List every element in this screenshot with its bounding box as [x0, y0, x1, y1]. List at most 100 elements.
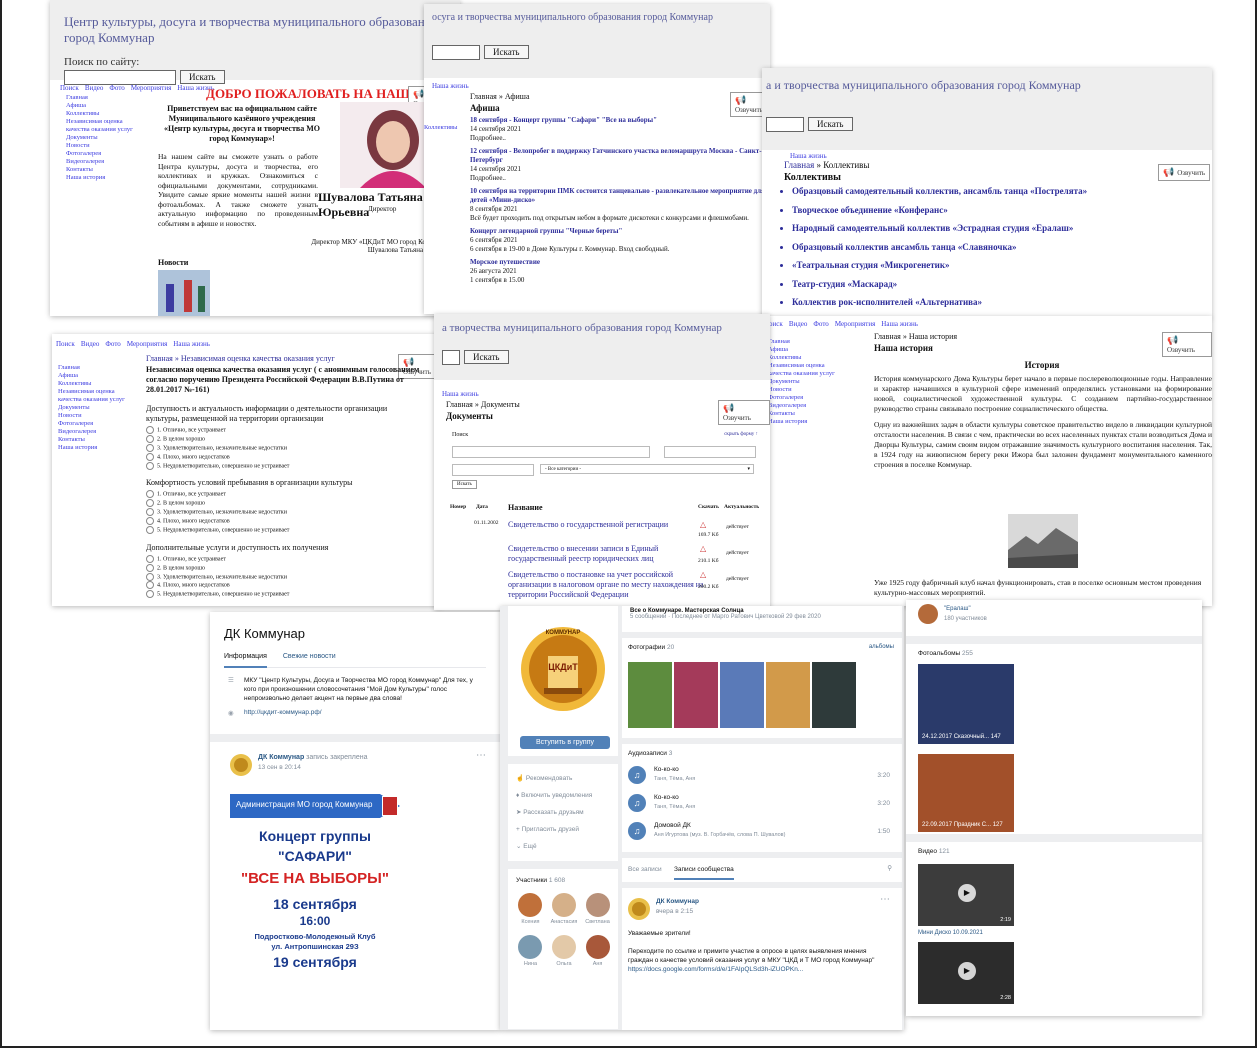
search-input[interactable]	[766, 116, 804, 132]
tab-all-posts[interactable]: Все записи	[628, 866, 662, 873]
radio-button[interactable]	[146, 490, 154, 499]
event-title[interactable]: 18 сентября - Концерт группы "Сафари" "В…	[470, 116, 766, 125]
menu-item[interactable]: Наша жизнь	[881, 320, 918, 328]
photos-label[interactable]: Фотографии	[628, 644, 665, 651]
radio-button[interactable]	[146, 461, 154, 470]
menu-item[interactable]: Видео	[81, 340, 100, 348]
post-author[interactable]: ДК Коммунар	[656, 898, 699, 905]
audio-label[interactable]: Аудиозаписи	[628, 750, 667, 757]
menu-item[interactable]: Мероприятия	[131, 84, 171, 92]
videos-label[interactable]: Видео	[918, 848, 937, 855]
sidebar-item[interactable]: Документы	[58, 404, 138, 412]
member[interactable]: Анастасия	[548, 893, 580, 925]
survey-option[interactable]: 4. Плохо, много недостатков	[146, 517, 416, 526]
related-group-name[interactable]: "Ералаш"	[944, 606, 971, 612]
collective-item[interactable]: Образцовый самодеятельный коллектив, анс…	[792, 182, 1087, 201]
sidebar-item[interactable]: Документы	[768, 378, 848, 386]
sidebar-item[interactable]: Новости	[58, 412, 138, 420]
albums-label[interactable]: Фотоальбомы	[918, 650, 960, 657]
tab-news[interactable]: Свежие новости	[283, 653, 336, 660]
menu-item[interactable]: Видео	[85, 84, 104, 92]
survey-option[interactable]: 3. Удовлетворительно, незначительные нед…	[146, 508, 416, 517]
radio-button[interactable]	[146, 581, 154, 590]
music-note-icon[interactable]: ♫	[628, 822, 646, 840]
concert-poster[interactable]: Администрация МО город Коммунар Концерт …	[230, 786, 400, 1030]
radio-button[interactable]	[146, 508, 154, 517]
search-button[interactable]: Искать	[464, 350, 509, 365]
radio-button[interactable]	[146, 590, 154, 599]
radio-button[interactable]	[146, 443, 154, 452]
listen-button[interactable]: 📢Озвучить	[1158, 164, 1211, 181]
sidebar-item[interactable]: Видеогалерея	[66, 158, 146, 166]
video-card[interactable]: ▶ 2:19	[918, 864, 1014, 926]
collective-item[interactable]: Творческое объединение «Конферанс»	[792, 201, 1087, 220]
listen-button[interactable]: 📢Озвучить	[718, 400, 770, 425]
sidebar-item[interactable]: Главная	[66, 94, 146, 102]
search-button[interactable]: Искать	[484, 45, 529, 60]
sidebar-item[interactable]: Наша история	[66, 174, 146, 182]
post-link[interactable]: https://docs.google.com/forms/d/e/1FAIpQ…	[628, 966, 892, 973]
menu-item[interactable]: Видео	[789, 320, 808, 328]
group-avatar[interactable]	[628, 898, 650, 920]
more-action[interactable]: ⌄ Ещё	[516, 838, 610, 855]
radio-button[interactable]	[146, 563, 154, 572]
collective-item[interactable]: «Театральная студия «Микрогенетик»	[792, 256, 1087, 275]
member[interactable]: Аня	[582, 935, 614, 967]
sidebar-item[interactable]: Афиша	[58, 372, 138, 380]
sidebar-item[interactable]: Независимая оценка качества оказания усл…	[768, 362, 848, 378]
menu-item[interactable]: Наша жизнь	[790, 152, 827, 160]
sidebar-item[interactable]: Коллективы	[424, 124, 457, 132]
photo-thumb[interactable]	[628, 662, 672, 728]
recommend-action[interactable]: ☝ Рекомендовать	[516, 770, 610, 787]
sidebar-item[interactable]: Фотогалерея	[768, 394, 848, 402]
collective-item[interactable]: Коллектив рок-исполнителей «Альтернатива…	[792, 293, 1087, 312]
sidebar-item[interactable]: Наша история	[58, 444, 138, 452]
music-note-icon[interactable]: ♫	[628, 766, 646, 784]
menu-item[interactable]: Фото	[105, 340, 120, 348]
video-title[interactable]: Мини Диско 10.09.2021	[918, 930, 983, 936]
radio-button[interactable]	[146, 434, 154, 443]
audio-track[interactable]: ♫ Ко-ко-ко Таня, Тёма, Аня 3:20	[628, 766, 890, 790]
album-card[interactable]: 22.09.2017 Праздник С... 127	[918, 754, 1014, 832]
find-button[interactable]: Искать	[452, 480, 477, 489]
date-input[interactable]	[452, 464, 534, 476]
avatar[interactable]	[918, 604, 938, 624]
website-link[interactable]: http://цкдит-коммунар.рф/	[244, 709, 322, 716]
sidebar-item[interactable]: Новости	[66, 142, 146, 150]
survey-option[interactable]: 3. Удовлетворительно, незначительные нед…	[146, 443, 416, 453]
survey-option[interactable]: 2. В целом хорошо	[146, 563, 416, 573]
breadcrumb-home[interactable]: Главная	[784, 160, 814, 170]
sidebar-item[interactable]: Контакты	[768, 410, 848, 418]
radio-button[interactable]	[146, 554, 154, 563]
collective-item[interactable]: Народный самодеятельный коллектив «Эстра…	[792, 219, 1087, 238]
member[interactable]: Нина	[514, 935, 546, 967]
sidebar-item[interactable]: Главная	[58, 364, 138, 372]
survey-option[interactable]: 1. Отлично, все устраивает	[146, 490, 416, 499]
menu-item[interactable]: Наша жизнь	[432, 82, 469, 90]
event-text[interactable]: Подробнее..	[470, 174, 766, 183]
survey-option[interactable]: 1. Отлично, все устраивает	[146, 554, 416, 564]
more-icon[interactable]: ⋯	[476, 750, 486, 761]
albums-link[interactable]: альбомы	[869, 644, 894, 650]
sidebar-item[interactable]: Коллективы	[66, 110, 146, 118]
event-title[interactable]: Концерт легендарной группы "Черные берет…	[470, 227, 766, 236]
sidebar-item[interactable]: Афиша	[768, 346, 848, 354]
sidebar-item[interactable]: Афиша	[66, 102, 146, 110]
doc-link[interactable]: Свидетельство о постановке на учет росси…	[508, 570, 708, 600]
notifications-action[interactable]: ♦ Включить уведомления	[516, 787, 610, 804]
sidebar-item[interactable]: Коллективы	[768, 354, 848, 362]
sidebar-item[interactable]: Новости	[768, 386, 848, 394]
menu-item[interactable]: Поиск	[60, 84, 79, 92]
menu-item[interactable]: Фото	[109, 84, 124, 92]
photo-thumb[interactable]	[812, 662, 856, 728]
sidebar-item[interactable]: Контакты	[66, 166, 146, 174]
music-note-icon[interactable]: ♫	[628, 794, 646, 812]
play-icon[interactable]: ▶	[958, 884, 976, 902]
menu-item[interactable]: Мероприятия	[835, 320, 875, 328]
sidebar-item[interactable]: Главная	[768, 338, 848, 346]
search-button[interactable]: Искать	[180, 70, 225, 85]
hide-form-link[interactable]: скрыть форму ↑	[724, 432, 758, 437]
event-title[interactable]: 10 сентября на территории ПМК состоится …	[470, 187, 766, 205]
search-button[interactable]: Искать	[808, 117, 853, 132]
survey-option[interactable]: 1. Отлично, все устраивает	[146, 426, 416, 435]
